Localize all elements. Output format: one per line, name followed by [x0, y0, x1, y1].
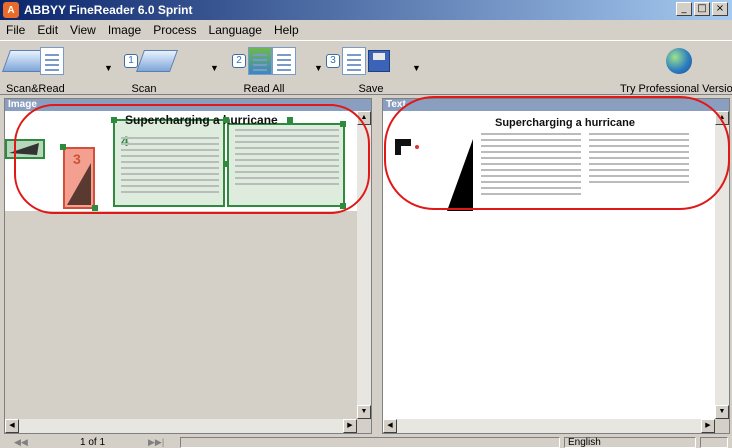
title-bar[interactable]: A ABBYY FineReader 6.0 Sprint _ □ ×	[0, 0, 732, 20]
step-3-badge: 3	[326, 54, 340, 68]
picture-thumbnail-icon	[9, 143, 39, 155]
picture-shape	[67, 163, 91, 205]
text-panel: Text Supercharging a hurricane ▲ ▼ ◀ ▶	[382, 98, 730, 434]
image-horizontal-scrollbar[interactable]: ◀ ▶	[5, 419, 357, 433]
scan-label: Scan	[131, 83, 157, 95]
menu-file[interactable]: File	[0, 23, 31, 37]
first-page-icon[interactable]: ◀◀	[14, 437, 28, 448]
step-2-badge: 2	[232, 54, 246, 68]
read-all-button[interactable]: 2 Read All	[232, 45, 296, 95]
save-button[interactable]: 3 Save	[326, 45, 390, 95]
scan-read-button[interactable]: Scan&Read	[2, 45, 65, 95]
save-label: Save	[358, 83, 384, 95]
globe-icon	[666, 45, 693, 77]
read-dropdown-icon[interactable]: ▼	[314, 63, 323, 73]
read-icon: 2	[232, 45, 296, 77]
status-extra-field	[700, 436, 728, 448]
next-page-icon[interactable]: ▶▶|	[148, 437, 164, 448]
save-icon: 3	[326, 45, 390, 77]
text-document-title: Supercharging a hurricane	[495, 117, 635, 129]
scanner-doc-icon	[2, 45, 65, 77]
scan-icon: 1	[124, 45, 179, 77]
try-professional-button[interactable]: Try Professional Version	[620, 45, 732, 95]
scroll-left-button[interactable]: ◀	[383, 419, 397, 433]
recognized-picture-small	[395, 139, 419, 155]
status-message-field	[180, 436, 560, 448]
resize-handle[interactable]	[287, 117, 293, 123]
resize-handle[interactable]	[60, 144, 66, 150]
close-button[interactable]: ×	[712, 2, 728, 16]
window-title: ABBYY FineReader 6.0 Sprint	[24, 3, 193, 17]
text-horizontal-scrollbar[interactable]: ◀ ▶	[383, 419, 715, 433]
scroll-up-button[interactable]: ▲	[715, 111, 729, 125]
text-editor[interactable]: Supercharging a hurricane	[383, 111, 729, 419]
recognized-picture-large	[447, 139, 473, 211]
language-indicator[interactable]: English	[564, 436, 696, 448]
resize-handle[interactable]	[92, 205, 98, 211]
text-vertical-scrollbar[interactable]: ▲ ▼	[715, 111, 729, 419]
page-indicator: 1 of 1	[80, 436, 106, 448]
app-window: A ABBYY FineReader 6.0 Sprint _ □ × File…	[0, 0, 732, 448]
scroll-right-button[interactable]: ▶	[343, 419, 357, 433]
image-canvas[interactable]: 3 4 Supercharging a hurricane	[5, 111, 357, 211]
read-all-label: Read All	[243, 83, 285, 95]
scan-button[interactable]: 1 Scan	[124, 45, 179, 95]
toolbar: Scan&Read ▼ 1 Scan ▼ 2 Read All ▼ 3 Save…	[0, 40, 732, 95]
resize-handle[interactable]	[223, 161, 229, 167]
text-block-4[interactable]: 4	[113, 119, 225, 207]
image-vertical-scrollbar[interactable]: ▲ ▼	[357, 111, 371, 419]
image-document-title: Supercharging a hurricane	[125, 113, 278, 127]
scan-dropdown-icon[interactable]: ▼	[210, 63, 219, 73]
picture-block-3[interactable]: 3	[63, 147, 95, 209]
abbyy-app-icon: A	[3, 2, 19, 18]
menu-language[interactable]: Language	[203, 23, 268, 37]
scroll-down-button[interactable]: ▼	[715, 405, 729, 419]
resize-handle[interactable]	[223, 117, 229, 123]
menu-image[interactable]: Image	[102, 23, 147, 37]
scroll-right-button[interactable]: ▶	[701, 419, 715, 433]
scroll-left-button[interactable]: ◀	[5, 419, 19, 433]
save-dropdown-icon[interactable]: ▼	[412, 63, 421, 73]
menu-bar: File Edit View Image Process Language He…	[0, 21, 732, 39]
picture-block-left[interactable]	[5, 139, 45, 159]
image-panel: Image 3 4 Supercharging a hurricane ▲ ▼ …	[4, 98, 372, 434]
text-panel-header: Text	[383, 99, 729, 111]
minimize-button[interactable]: _	[676, 2, 692, 16]
resize-handle[interactable]	[111, 117, 117, 123]
scan-read-label: Scan&Read	[6, 83, 65, 95]
resize-handle[interactable]	[340, 121, 346, 127]
scroll-down-button[interactable]: ▼	[357, 405, 371, 419]
scan-read-dropdown-icon[interactable]: ▼	[104, 63, 113, 73]
try-professional-label: Try Professional Version	[620, 83, 732, 95]
image-panel-header: Image	[5, 99, 371, 111]
menu-process[interactable]: Process	[147, 23, 202, 37]
resize-handle[interactable]	[340, 203, 346, 209]
menu-help[interactable]: Help	[268, 23, 305, 37]
maximize-button[interactable]: □	[694, 2, 710, 16]
step-1-badge: 1	[124, 54, 138, 68]
status-bar: ◀◀ 1 of 1 ▶▶| English	[0, 436, 732, 448]
scroll-up-button[interactable]: ▲	[357, 111, 371, 125]
menu-view[interactable]: View	[64, 23, 102, 37]
menu-edit[interactable]: Edit	[31, 23, 64, 37]
text-block-right[interactable]	[227, 123, 345, 207]
